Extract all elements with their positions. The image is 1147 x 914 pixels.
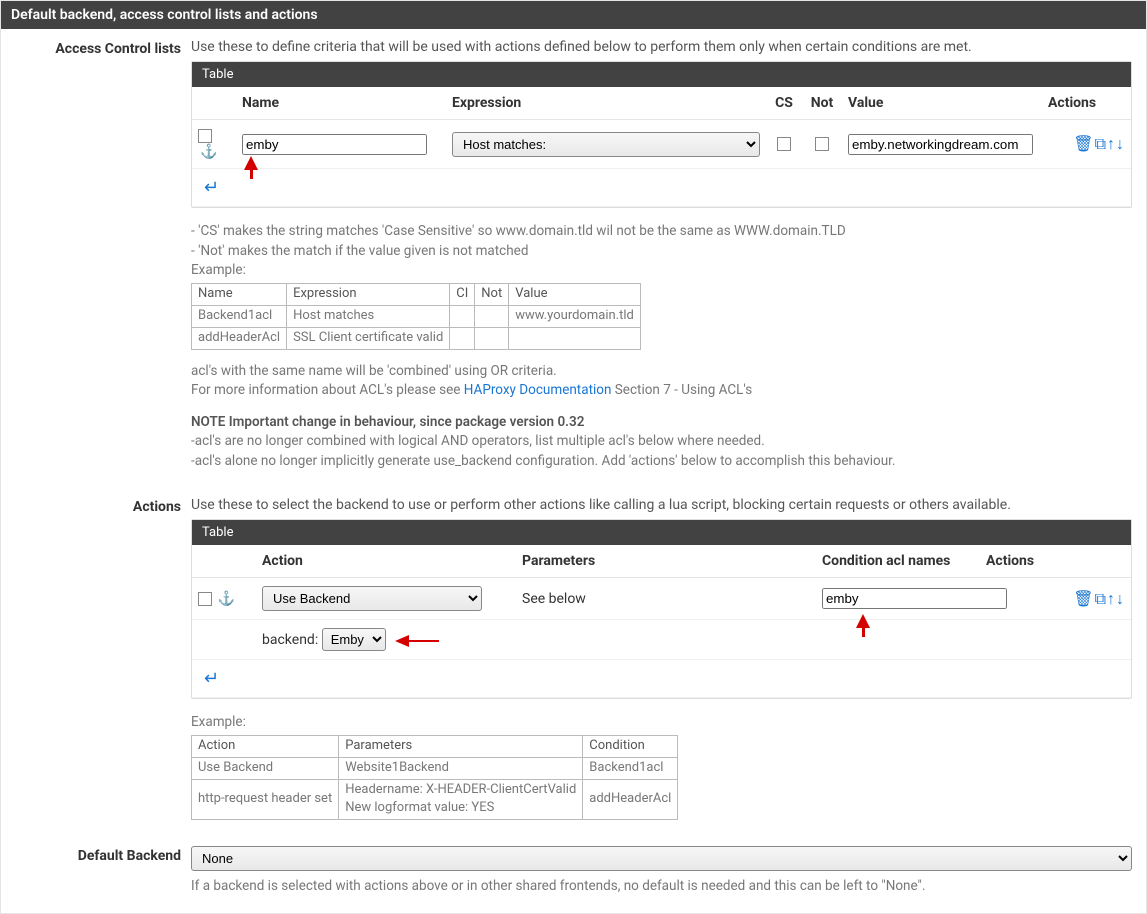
acl-note-title: NOTE Important change in behaviour, sinc… [191,414,584,430]
backend-select[interactable]: Emby [322,628,386,651]
acl-th-expression: Expression [446,87,766,120]
acl-expression-select[interactable]: Host matches: [452,132,760,157]
ex-cell [450,305,475,327]
ex-th-value: Value [509,283,641,305]
section-actions: Actions Use these to select the backend … [1,487,1146,836]
ex-cell [450,327,475,349]
acl-table: Name Expression CS Not Value Actions [192,87,1131,207]
move-down-icon[interactable]: ↓ [1116,589,1125,609]
act-th-cond: Condition acl names [816,545,980,578]
acl-name-input[interactable] [242,134,427,155]
acl-th-not: Not [802,87,842,120]
ex-cell: www.yourdomain.tld [509,305,641,327]
actions-table-wrap: Table Action Parameters Condition acl na… [191,519,1132,699]
ex-cell: SSL Client certificate valid [287,327,450,349]
ex-cell: Backend1acl [192,305,287,327]
acl-cs-checkbox[interactable] [777,137,791,151]
acl-help-not: - 'Not' makes the match if the value giv… [191,242,1132,262]
acl-th-actions: Actions [1042,87,1131,120]
arrow-indicator-icon [856,614,870,628]
move-up-icon[interactable]: ↑ [1107,589,1116,609]
action-params-text: See below [516,578,816,620]
ex-cell: Headername: X-HEADER-ClientCertValid New… [339,779,583,820]
ex-th-ci: CI [450,283,475,305]
acl-help: - 'CS' makes the string matches 'Case Se… [191,222,1132,471]
action-type-select[interactable]: Use Backend [262,586,482,611]
move-down-icon[interactable]: ↓ [1116,134,1125,154]
acl-help-more-pre: For more information about ACL's please … [191,382,464,398]
actions-table: Action Parameters Condition acl names Ac… [192,545,1131,698]
acl-th-cs: CS [766,87,802,120]
acl-th-value: Value [842,87,1042,120]
ex-cell: Use Backend [192,757,339,779]
ex-cell [475,305,509,327]
actions-example-label: Example: [191,713,1132,733]
copy-icon[interactable]: ⧉ [1095,589,1107,609]
acl-row-select-checkbox[interactable] [198,129,212,143]
page-title: Default backend, access control lists an… [1,1,1146,29]
acl-row: ⚓ Host matches: [192,120,1131,169]
ex-cell: Host matches [287,305,450,327]
actions-help: Example: Action Parameters Condition Use… [191,713,1132,820]
ex-cell [475,327,509,349]
acl-example-table: Name Expression CI Not Value Backend1acl… [191,283,641,350]
ex-cell: addHeaderAcl [583,779,678,820]
arrow-indicator-icon [395,635,409,647]
section-acl: Access Control lists Use these to define… [1,29,1146,487]
ex-cell: http-request header set [192,779,339,820]
acl-note1: -acl's are no longer combined with logic… [191,432,1132,452]
backend-label: backend: [262,632,318,648]
act-th-actions: Actions [980,545,1131,578]
actions-section-label: Actions [15,497,191,820]
return-icon[interactable]: ↵ [198,175,219,202]
action-condition-input[interactable] [822,588,1007,609]
actions-intro: Use these to select the backend to use o… [191,497,1132,513]
actions-row: ⚓ Use Backend See below [192,578,1131,620]
ex-th-action: Action [192,735,339,757]
ex-th-expr: Expression [287,283,450,305]
actions-table-title: Table [192,520,1131,545]
anchor-icon[interactable]: ⚓ [200,144,217,160]
acl-not-checkbox[interactable] [815,137,829,151]
section-default-backend: Default Backend None If a backend is sel… [1,836,1146,913]
acl-table-title: Table [192,62,1131,87]
acl-value-input[interactable] [848,134,1033,155]
acl-th-name: Name [236,87,446,120]
haproxy-doc-link[interactable]: HAProxy Documentation [464,382,612,398]
act-th-action: Action [256,545,516,578]
delete-icon[interactable]: 🗑 [1073,589,1094,608]
copy-icon[interactable]: ⧉ [1095,134,1107,154]
action-row-select-checkbox[interactable] [198,592,212,606]
arrow-indicator-icon [244,156,258,170]
default-backend-note: If a backend is selected with actions ab… [191,877,1132,897]
acl-intro: Use these to define criteria that will b… [191,39,1132,55]
ex-th-cond: Condition [583,735,678,757]
act-th-params: Parameters [516,545,816,578]
actions-example-table: Action Parameters Condition Use Backend … [191,735,678,820]
acl-help-combined: acl's with the same name will be 'combin… [191,362,1132,382]
ex-th-not: Not [475,283,509,305]
return-icon[interactable]: ↵ [198,666,219,693]
acl-table-wrap: Table Name Expression CS Not Value [191,61,1132,208]
acl-help-more-post: Section 7 - Using ACL's [611,382,752,398]
arrow-tail [409,640,439,642]
ex-th-params: Parameters [339,735,583,757]
acl-example-label: Example: [191,261,1132,281]
acl-note2: -acl's alone no longer implicitly genera… [191,452,1132,472]
ex-th-name: Name [192,283,287,305]
ex-cell [509,327,641,349]
default-backend-select[interactable]: None [191,846,1132,871]
acl-section-label: Access Control lists [15,39,191,471]
ex-cell: Backend1acl [583,757,678,779]
ex-cell: Website1Backend [339,757,583,779]
default-backend-label: Default Backend [15,846,191,897]
move-up-icon[interactable]: ↑ [1107,134,1116,154]
ex-cell: addHeaderAcl [192,327,287,349]
delete-icon[interactable]: 🗑 [1073,134,1094,153]
anchor-icon[interactable]: ⚓ [217,591,234,607]
panel-outer: Default backend, access control lists an… [0,0,1147,914]
acl-help-cs: - 'CS' makes the string matches 'Case Se… [191,222,1132,242]
